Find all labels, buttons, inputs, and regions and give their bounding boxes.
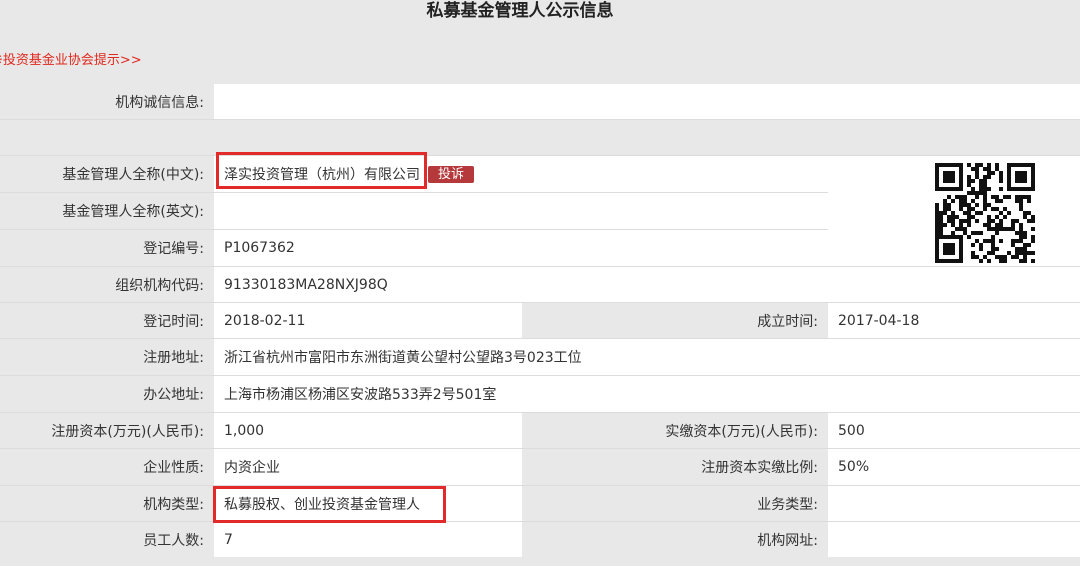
found-time-label: 成立时间: [522,303,828,338]
name-cn-row: 基金管理人全称(中文): 泽实投资管理（杭州）有限公司 投诉 [0,156,828,193]
website-label: 机构网址: [522,522,828,557]
reg-capital-label: 注册资本(万元)(人民币): [0,413,214,448]
association-notice-link[interactable]: ※投资基金业协会提示>> [0,49,142,68]
page-header: 私募基金管理人公示信息 ※投资基金业协会提示>> [0,0,1080,84]
reg-address-label: 注册地址: [0,339,214,375]
nature-row: 企业性质: 内资企业 注册资本实缴比例: 50% [0,449,1080,486]
office-address-row: 办公地址: 上海市杨浦区杨浦区安波路533弄2号501室 [0,376,1080,413]
reg-address-row: 注册地址: 浙江省杭州市富阳市东洲街道黄公望村公望路3号023工位 [0,339,1080,376]
reg-time-row: 登记时间: 2018-02-11 成立时间: 2017-04-18 [0,303,1080,339]
table-bottom-strip [0,557,1080,566]
name-en-row: 基金管理人全称(英文): [0,193,828,230]
org-code-label: 组织机构代码: [0,267,214,302]
credit-info-value [214,84,1080,119]
biz-type-value [828,486,1080,521]
staff-label: 员工人数: [0,522,214,557]
reg-no-label: 登记编号: [0,230,214,266]
reg-time-value: 2018-02-11 [214,303,522,338]
org-type-value: 私募股权、创业投资基金管理人 [214,486,522,521]
reg-address-value: 浙江省杭州市富阳市东洲街道黄公望村公望路3号023工位 [214,339,1080,375]
credit-info-row: 机构诚信信息: [0,84,1080,120]
credit-info-label: 机构诚信信息: [0,84,214,119]
name-cn-cell: 泽实投资管理（杭州）有限公司 投诉 [214,156,828,192]
section-separator [0,120,1080,156]
org-code-row: 组织机构代码: 91330183MA28NXJ98Q [0,267,1080,303]
complain-button[interactable]: 投诉 [428,165,475,183]
biz-type-label: 业务类型: [522,486,828,521]
name-en-value [214,193,828,229]
name-en-label: 基金管理人全称(英文): [0,193,214,229]
org-type-label: 机构类型: [0,486,214,521]
office-address-value: 上海市杨浦区杨浦区安波路533弄2号501室 [214,376,1080,412]
reg-capital-value: 1,000 [214,413,522,448]
org-code-value: 91330183MA28NXJ98Q [214,267,1080,302]
reg-time-label: 登记时间: [0,303,214,338]
paid-ratio-value: 50% [828,449,1080,485]
reg-no-row: 登记编号: P1067362 [0,230,1080,267]
office-address-label: 办公地址: [0,376,214,412]
nature-value: 内资企业 [214,449,522,485]
name-cn-label: 基金管理人全称(中文): [0,156,214,192]
page-title: 私募基金管理人公示信息 [426,1,614,21]
paid-ratio-label: 注册资本实缴比例: [522,449,828,485]
capital-row: 注册资本(万元)(人民币): 1,000 实缴资本(万元)(人民币): 500 [0,413,1080,449]
qr-code-icon [935,163,1035,263]
name-cn-value: 泽实投资管理（杭州）有限公司 [224,167,420,183]
staff-row: 员工人数: 7 机构网址: [0,522,1080,558]
website-value[interactable] [828,522,1080,557]
nature-label: 企业性质: [0,449,214,485]
paid-capital-value: 500 [828,413,1080,448]
staff-value: 7 [214,522,522,557]
paid-capital-label: 实缴资本(万元)(人民币): [522,413,828,448]
found-time-value: 2017-04-18 [828,303,1080,338]
org-type-row: 机构类型: 私募股权、创业投资基金管理人 业务类型: [0,486,1080,522]
